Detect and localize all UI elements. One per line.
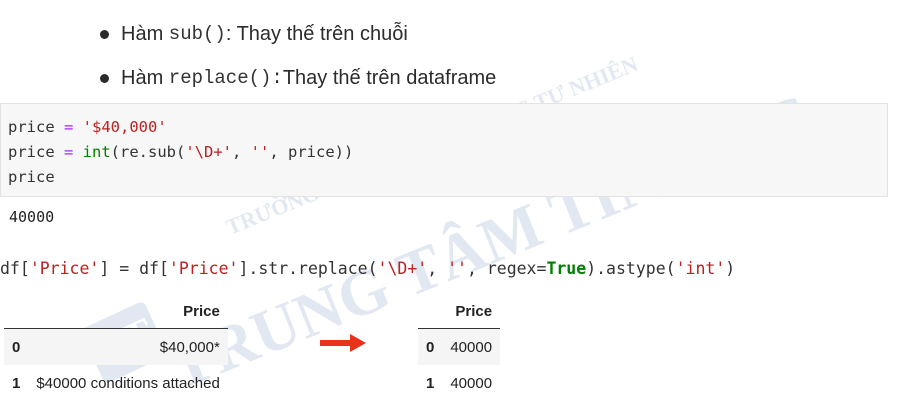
bullet-prefix: Hàm (121, 66, 164, 89)
bullet-code: sub() (168, 23, 226, 45)
arrow-right-icon (320, 334, 366, 352)
code-token: 'Price' (29, 259, 100, 278)
bullet-list: Hàm sub(): Thay thế trên chuỗi Hàm repla… (100, 16, 496, 104)
index-header (418, 300, 442, 329)
cell-value: 40000 (450, 374, 493, 392)
code-token: 'Price' (168, 259, 239, 278)
table-row: 1 40000 (418, 365, 500, 401)
code-token: '' (447, 259, 467, 278)
table-row: 0 $40,000* (4, 328, 228, 365)
table-row: 1 $40000 conditions attached (4, 365, 228, 401)
code-token: ).astype( (586, 259, 676, 278)
bullet-suffix: Thay thế trên dataframe (282, 66, 497, 89)
code-token: df[ (0, 259, 30, 278)
cell-value: $40,000* (28, 328, 228, 365)
table-header-row: Price (4, 300, 228, 329)
code-token: True (546, 259, 587, 278)
code-token: ) (725, 259, 736, 278)
bullet-replace: Hàm replace(): Thay thế trên dataframe (100, 60, 496, 96)
code-line-3: price (8, 165, 887, 190)
bullet-dot-icon (100, 29, 109, 39)
table-header-row: Price (418, 300, 501, 329)
cell-output: 40000 (9, 208, 55, 226)
row-index: 0 (4, 328, 29, 365)
code-cell[interactable]: price = '$40,000' price = int(re.sub('\D… (0, 103, 888, 197)
code-token: '\D+' (185, 143, 232, 161)
code-token: , (427, 259, 448, 278)
code-token: = (54, 143, 83, 161)
code-line-replace: df['Price'] = df['Price'].str.replace('\… (0, 259, 735, 278)
code-token: ] = df[ (99, 259, 169, 278)
bullet-code: replace(): (168, 67, 283, 89)
table-after: Price 0 40000 1 40000 (418, 300, 501, 401)
cell-value: 40000 (442, 328, 501, 365)
code-token: 'int' (675, 259, 726, 278)
row-index: 0 (418, 328, 443, 365)
column-header: Price (455, 302, 493, 320)
row-index: 1 (426, 374, 435, 392)
code-token: , regex= (466, 259, 547, 278)
bullet-dot-icon (100, 73, 109, 83)
code-token: price (8, 118, 55, 136)
code-token: '$40,000' (82, 118, 167, 136)
code-token: , price)) (269, 143, 354, 161)
bullet-suffix: : Thay thế trên chuỗi (225, 22, 408, 45)
code-token: , (232, 143, 251, 161)
index-header (4, 300, 28, 329)
column-header: Price (183, 302, 220, 320)
code-token: '' (250, 143, 270, 161)
code-line-2: price = int(re.sub('\D+', '', price)) (8, 140, 887, 165)
code-token: price (8, 143, 55, 161)
bullet-prefix: Hàm (121, 22, 164, 45)
code-token: price (8, 168, 55, 186)
code-line-1: price = '$40,000' (8, 115, 887, 140)
table-before: Price 0 $40,000* 1 $40000 conditions att… (4, 300, 228, 401)
code-token: (re.sub( (110, 143, 186, 161)
row-index: 1 (12, 374, 21, 392)
table-row: 0 40000 (418, 328, 501, 365)
code-token: ].str.replace( (238, 259, 378, 278)
code-token: int (82, 143, 111, 161)
code-token: '\D+' (377, 259, 428, 278)
bullet-sub: Hàm sub(): Thay thế trên chuỗi (100, 16, 496, 52)
code-token: = (54, 118, 83, 136)
cell-value: $40000 conditions attached (36, 374, 220, 392)
